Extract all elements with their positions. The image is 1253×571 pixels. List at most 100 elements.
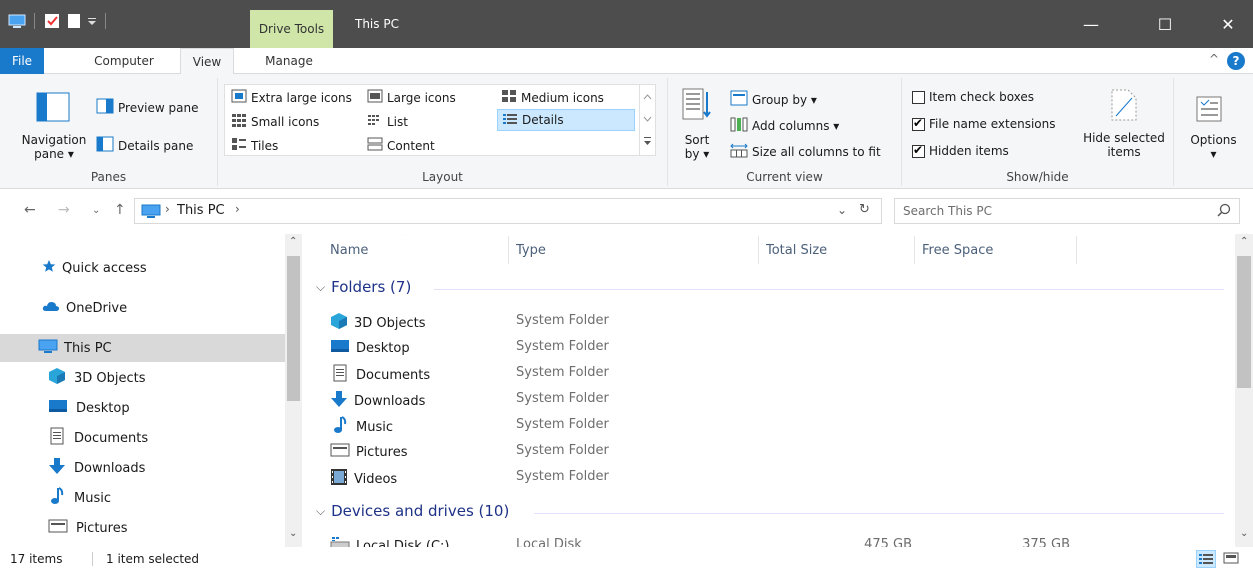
group-header-folders[interactable]: ⌵ Folders (7)	[316, 278, 411, 296]
customize-toolbar-icon[interactable]	[87, 12, 97, 30]
recent-locations-chevron-icon[interactable]: ⌄	[92, 205, 100, 216]
hide-selected-items-button[interactable]: Hide selected items	[1074, 131, 1174, 159]
new-folder-icon[interactable]	[65, 12, 83, 30]
breadcrumb-chevron-icon[interactable]: ›	[235, 202, 240, 216]
hidden-items-checkbox[interactable]	[912, 143, 925, 158]
layout-list[interactable]: List	[367, 113, 408, 130]
details-pane-button[interactable]: Details pane	[96, 136, 193, 155]
file-list-scroll-thumb[interactable]	[1237, 256, 1251, 388]
add-columns-button[interactable]: Add columns ▾	[730, 116, 839, 135]
scroll-down-icon[interactable]: ⌄	[289, 528, 297, 539]
file-name-extensions-toggle[interactable]: File name extensions	[912, 116, 1056, 131]
drive-tools-context-tab[interactable]: Drive Tools	[250, 10, 333, 48]
options-button[interactable]: Options ▾	[1174, 133, 1253, 161]
layout-details[interactable]: Details	[497, 109, 635, 131]
layout-content[interactable]: Content	[367, 137, 435, 154]
size-all-columns-button[interactable]: Size all columns to fit	[730, 142, 881, 161]
nav-onedrive[interactable]: OneDrive	[0, 294, 285, 322]
layout-large-icons[interactable]: Large icons	[367, 89, 456, 106]
table-row[interactable]: Videos System Folder	[330, 464, 1210, 490]
properties-icon[interactable]	[43, 12, 61, 30]
item-check-boxes-checkbox[interactable]	[912, 90, 925, 104]
column-separator[interactable]	[1076, 236, 1077, 264]
minimize-button[interactable]: —	[1068, 0, 1114, 48]
tab-manage[interactable]: Manage	[254, 48, 324, 74]
hide-selected-items-icon[interactable]	[1110, 88, 1138, 125]
scroll-down-icon[interactable]: ⌄	[1240, 528, 1248, 539]
layout-gallery: Extra large icons Large icons Medium ico…	[224, 84, 656, 156]
this-pc-icon	[141, 203, 161, 222]
nav-quick-access[interactable]: Quick access	[0, 254, 285, 282]
scroll-up-icon[interactable]: ⌃	[1240, 236, 1248, 247]
nav-music[interactable]: Music	[0, 484, 285, 512]
layout-gallery-scroll[interactable]	[639, 85, 655, 155]
close-button[interactable]: ✕	[1205, 0, 1251, 48]
breadcrumb-chevron-icon[interactable]: ›	[165, 202, 170, 216]
nav-pane-scrollbar[interactable]: ⌃ ⌄	[285, 234, 302, 547]
search-box[interactable]	[894, 198, 1240, 224]
preview-pane-button[interactable]: Preview pane	[96, 98, 198, 117]
layout-medium-icons[interactable]: Medium icons	[501, 89, 604, 106]
file-name-extensions-checkbox[interactable]	[912, 116, 925, 131]
large-icons-icon	[367, 89, 383, 106]
ribbon: Navigation pane ▾ Preview pane Details p…	[0, 74, 1253, 189]
address-dropdown-chevron-icon[interactable]: ⌄	[837, 203, 847, 217]
maximize-button[interactable]: ☐	[1142, 0, 1188, 48]
options-icon[interactable]	[1196, 96, 1222, 125]
group-header-devices[interactable]: ⌵ Devices and drives (10)	[316, 502, 509, 520]
search-icon[interactable]	[1217, 203, 1231, 220]
nav-desktop[interactable]: Desktop	[0, 394, 285, 422]
group-by-button[interactable]: Group by ▾	[730, 90, 817, 109]
column-header-total-size[interactable]: Total Size	[738, 234, 898, 268]
nav-documents[interactable]: Documents	[0, 424, 285, 452]
help-icon[interactable]: ?	[1227, 52, 1245, 70]
table-row[interactable]: 3D Objects System Folder	[330, 308, 1210, 334]
nav-3d-objects[interactable]: 3D Objects	[0, 364, 285, 392]
layout-small-icons[interactable]: Small icons	[231, 113, 319, 130]
sort-by-icon[interactable]	[682, 88, 712, 125]
file-list-scrollbar[interactable]: ⌃ ⌄	[1235, 234, 1253, 547]
layout-tiles[interactable]: Tiles	[231, 137, 278, 154]
tab-file[interactable]: File	[0, 48, 44, 74]
details-view-button[interactable]	[1196, 550, 1216, 568]
nav-this-pc[interactable]: This PC	[0, 334, 285, 362]
large-icons-view-button[interactable]	[1222, 550, 1242, 568]
chevron-down-icon[interactable]: ⌵	[316, 504, 325, 519]
table-row[interactable]: Pictures System Folder	[330, 438, 1210, 464]
table-row[interactable]: Desktop System Folder	[330, 334, 1210, 360]
up-arrow-icon[interactable]: ↑	[114, 202, 126, 218]
table-row[interactable]: Downloads System Folder	[330, 386, 1210, 412]
forward-arrow-icon[interactable]: →	[58, 202, 70, 218]
sort-by-button[interactable]: Sort by ▾	[672, 133, 722, 161]
drive-icon	[330, 536, 350, 547]
navigation-pane-button[interactable]: Navigation pane ▾	[14, 133, 94, 161]
layout-group-label: Layout	[422, 170, 463, 184]
back-arrow-icon[interactable]: ←	[24, 202, 36, 218]
address-bar[interactable]: › This PC › ⌄ ↻	[134, 198, 882, 224]
search-input[interactable]	[903, 200, 1203, 222]
nav-item-label: This PC	[64, 340, 112, 356]
music-note-icon	[333, 416, 347, 438]
chevron-down-icon[interactable]: ⌵	[316, 280, 325, 295]
refresh-icon[interactable]: ↻	[859, 202, 870, 217]
title-bar: Drive Tools This PC — ☐ ✕	[0, 0, 1253, 48]
table-row[interactable]: Music System Folder	[330, 412, 1210, 438]
item-check-boxes-toggle[interactable]: Item check boxes	[912, 90, 1034, 104]
table-row[interactable]: Documents System Folder	[330, 360, 1210, 386]
collapse-ribbon-icon[interactable]: ^	[1209, 52, 1219, 66]
layout-extra-large-icons[interactable]: Extra large icons	[231, 89, 352, 106]
nav-item-label: Downloads	[74, 460, 146, 476]
nav-pictures[interactable]: Pictures	[0, 514, 285, 542]
nav-pane-scroll-thumb[interactable]	[287, 256, 300, 401]
tab-computer[interactable]: Computer	[84, 48, 164, 74]
breadcrumb-this-pc[interactable]: This PC	[177, 203, 225, 218]
column-header-free-space[interactable]: Free Space	[894, 234, 1054, 268]
computer-icon[interactable]	[8, 12, 26, 30]
scroll-up-icon[interactable]: ⌃	[289, 236, 297, 247]
nav-downloads[interactable]: Downloads	[0, 454, 285, 482]
navigation-pane-icon[interactable]	[36, 92, 70, 125]
hidden-items-toggle[interactable]: Hidden items	[912, 143, 1009, 158]
table-row[interactable]: Local Disk (C:) Local Disk 475 GB 375 GB	[330, 532, 1210, 547]
tab-view[interactable]: View	[180, 48, 234, 75]
column-header-type[interactable]: Type	[488, 234, 748, 268]
